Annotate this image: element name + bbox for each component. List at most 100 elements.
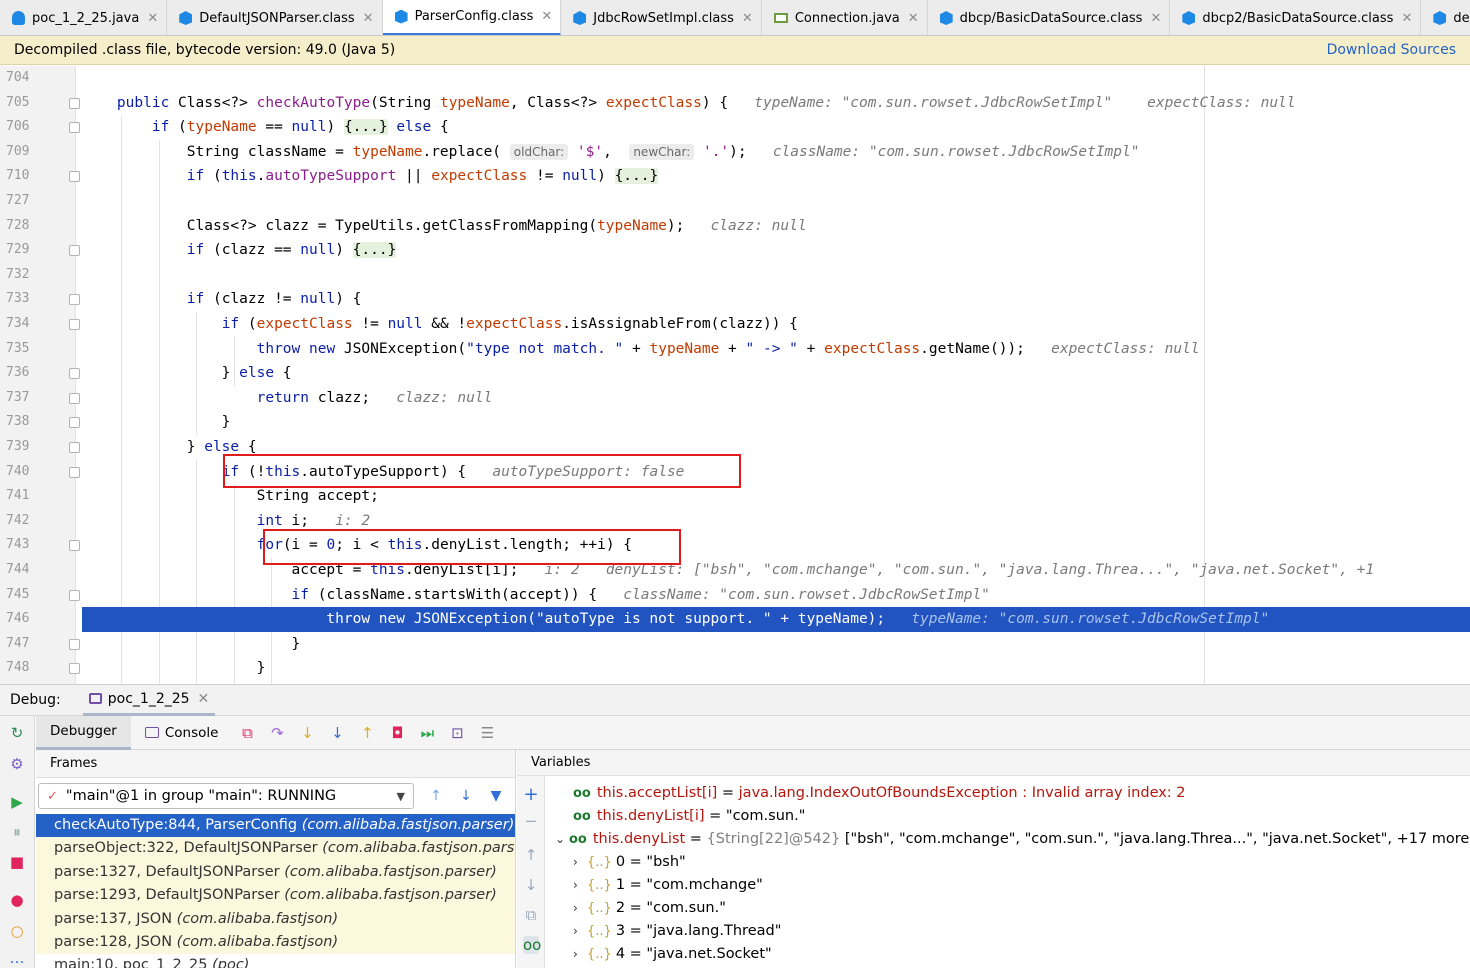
chevron-right-icon[interactable]: ›: [573, 874, 587, 897]
inline-hint: expectClass: null: [1051, 340, 1200, 357]
fold-marker-icon[interactable]: [69, 466, 80, 478]
tab-poc-1-2-25-java[interactable]: poc_1_2_25.java ✕: [0, 0, 168, 35]
view-breakpoints-icon[interactable]: ●: [9, 892, 25, 908]
thread-selector[interactable]: ✓ "main"@1 in group "main": RUNNING ▼: [38, 783, 414, 809]
trace-icon[interactable]: ☰: [479, 725, 495, 741]
drop-frame-icon[interactable]: ◘: [389, 725, 405, 741]
tab-parserconfig-class[interactable]: ParserConfig.class ✕: [382, 0, 562, 35]
fold-marker-icon[interactable]: [69, 122, 80, 134]
settings-gear-icon[interactable]: ⚙: [9, 756, 25, 772]
arrow-down-icon[interactable]: ↓: [458, 788, 474, 804]
line-number: 732: [6, 266, 30, 282]
stack-frame[interactable]: checkAutoType:844, ParserConfig (com.ali…: [36, 814, 515, 838]
code-editor[interactable]: 704 705 706 709 710 727 728 729 732 733 734 735 736 7…: [0, 66, 1470, 684]
fold-marker-icon[interactable]: [69, 540, 80, 552]
close-icon[interactable]: ✕: [147, 11, 158, 26]
chevron-right-icon[interactable]: ›: [573, 943, 587, 966]
close-icon[interactable]: ✕: [742, 11, 753, 26]
watch-icon: oo: [573, 809, 591, 824]
tab-democlass-java[interactable]: demoClass.java: [1421, 0, 1470, 35]
array-element-row[interactable]: › {..} 2 = "com.sun.": [573, 897, 726, 920]
debug-label: Debug:: [10, 692, 61, 708]
run-to-cursor-icon[interactable]: ⏭: [419, 725, 435, 741]
chevron-down-icon[interactable]: ⌄: [555, 828, 569, 851]
fold-marker-icon[interactable]: [69, 417, 80, 429]
close-icon[interactable]: ✕: [1150, 11, 1161, 26]
tab-console[interactable]: Console: [131, 716, 233, 750]
line-number: 727: [6, 193, 30, 208]
filter-icon[interactable]: ▼: [488, 788, 504, 804]
fold-marker-icon[interactable]: [69, 368, 80, 380]
tab-dbcp2-basicdatasource-class[interactable]: dbcp2/BasicDataSource.class ✕: [1170, 0, 1422, 35]
close-icon[interactable]: ✕: [908, 11, 919, 26]
move-down-icon[interactable]: ↓: [523, 876, 539, 894]
stack-frame[interactable]: parse:137, JSON (com.alibaba.fastjson): [36, 907, 515, 931]
variable-row[interactable]: oo this.acceptList[i] = java.lang.IndexOu…: [573, 782, 1186, 805]
tab-debugger-label: Debugger: [50, 723, 117, 739]
chevron-right-icon[interactable]: ›: [573, 851, 587, 874]
chevron-right-icon[interactable]: ›: [573, 920, 587, 943]
array-element-row[interactable]: › {..} 1 = "com.mchange": [573, 874, 763, 897]
step-out-icon[interactable]: ↑: [359, 725, 375, 741]
close-icon[interactable]: ✕: [198, 691, 210, 707]
array-element-row[interactable]: › {..} 4 = "java.net.Socket": [573, 943, 772, 966]
fold-marker-icon[interactable]: [69, 392, 80, 404]
move-up-icon[interactable]: ↑: [523, 846, 539, 864]
tab-dbcp-basicdatasource-class[interactable]: dbcp/BasicDataSource.class ✕: [928, 0, 1171, 35]
tab-defaultjsonparser-class[interactable]: DefaultJSONParser.class ✕: [167, 0, 383, 35]
chevron-right-icon[interactable]: ›: [573, 897, 587, 920]
stack-frame[interactable]: parse:1327, DefaultJSONParser (com.aliba…: [36, 860, 515, 885]
step-over-icon[interactable]: ↷: [269, 725, 285, 741]
stack-frame[interactable]: parse:128, JSON (com.alibaba.fastjson): [36, 930, 515, 955]
download-sources-link[interactable]: Download Sources: [1327, 42, 1456, 58]
step-into-icon[interactable]: ↓: [299, 725, 315, 741]
code-line: String className = typeName.replace( old…: [82, 143, 1140, 160]
arrow-up-icon[interactable]: ↑: [428, 788, 444, 804]
tab-debugger[interactable]: Debugger: [36, 715, 131, 750]
array-element-icon: {..}: [587, 855, 612, 870]
debug-session-tab[interactable]: poc_1_2_25 ✕: [82, 685, 216, 716]
pause-icon[interactable]: ⏸: [9, 824, 25, 840]
fold-marker-icon[interactable]: [69, 294, 80, 306]
tab-label: dbcp/BasicDataSource.class: [959, 10, 1143, 26]
fold-marker-icon[interactable]: [69, 663, 80, 675]
mute-breakpoints-icon[interactable]: ○: [9, 923, 25, 939]
array-element-row[interactable]: › {..} 3 = "java.lang.Thread": [573, 920, 781, 943]
fold-marker-icon[interactable]: [69, 245, 80, 257]
fold-marker-icon[interactable]: [69, 97, 80, 109]
tab-jdbcrowsetimpl-class[interactable]: JdbcRowSetImpl.class ✕: [561, 0, 762, 35]
more-icon[interactable]: …: [9, 950, 25, 966]
class-file-icon: [1182, 11, 1196, 25]
close-icon[interactable]: ✕: [363, 11, 374, 26]
force-step-into-icon[interactable]: ↓: [329, 725, 345, 741]
stop-icon[interactable]: ■: [9, 854, 25, 870]
duplicate-icon[interactable]: ⧉: [523, 906, 539, 924]
evaluate-expression-icon[interactable]: ⊡: [449, 725, 465, 741]
stack-frame[interactable]: parse:1293, DefaultJSONParser (com.aliba…: [36, 884, 515, 908]
fold-marker-icon[interactable]: [69, 638, 80, 650]
stack-frame[interactable]: parseObject:322, DefaultJSONParser (com.…: [36, 837, 515, 861]
variable-row[interactable]: oo this.denyList[i] = "com.sun.": [573, 805, 805, 828]
line-number-gutter[interactable]: 704 705 706 709 710 727 728 729 732 733 734 735 736 7…: [0, 66, 80, 684]
fold-marker-icon[interactable]: [69, 442, 80, 453]
watch-icon: oo: [573, 786, 591, 801]
close-icon[interactable]: ✕: [541, 9, 552, 24]
restore-layout-icon[interactable]: ⧉: [239, 725, 255, 741]
remove-watch-icon[interactable]: −: [523, 812, 539, 830]
tab-connection-java[interactable]: Connection.java ✕: [762, 0, 928, 35]
tab-label: Connection.java: [794, 10, 900, 26]
stack-frame[interactable]: main:10, poc_1_2_25 (poc): [36, 954, 515, 968]
rerun-icon[interactable]: ↻: [9, 725, 25, 741]
add-watch-icon[interactable]: +: [523, 784, 539, 805]
variable-row[interactable]: ⌄ oo this.denyList = {String[22]@542} ["bs…: [555, 828, 1470, 851]
close-icon[interactable]: ✕: [1401, 11, 1412, 26]
fold-marker-icon[interactable]: [69, 589, 80, 601]
show-watches-icon[interactable]: oo: [523, 936, 541, 954]
fold-marker-icon[interactable]: [69, 319, 80, 330]
fold-marker-icon[interactable]: [69, 171, 80, 183]
array-element-icon: {..}: [587, 947, 612, 962]
resume-icon[interactable]: ▶: [9, 794, 25, 810]
thread-name: "main"@1 in group "main": RUNNING: [65, 788, 337, 804]
code-line: return clazz; clazz: null: [256, 389, 493, 406]
array-element-row[interactable]: › {..} 0 = "bsh": [573, 851, 686, 874]
